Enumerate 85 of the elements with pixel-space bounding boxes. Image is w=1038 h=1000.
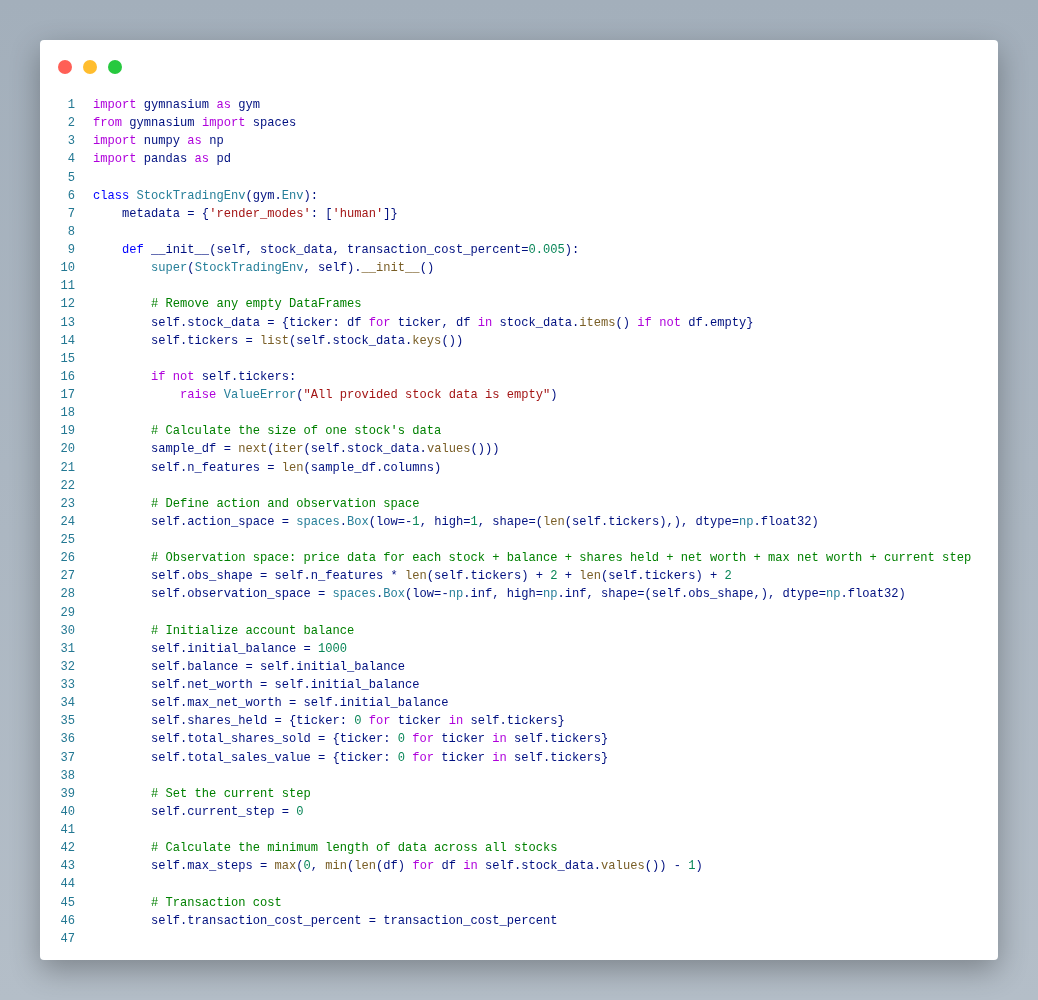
code-line: self.total_shares_sold = {ticker: 0 for ticker in self.tickers} (150, 731, 609, 749)
code-comment: # Initialize account balance (150, 622, 355, 640)
line-number: 36 (59, 731, 75, 749)
code-line: self.initial_balance = 1000 (150, 640, 347, 658)
line-number: 10 (59, 260, 75, 278)
line-number: 29 (59, 604, 75, 622)
line-number: 19 (59, 423, 75, 441)
line-number: 5 (66, 169, 75, 187)
code-comment: # Transaction cost (150, 894, 282, 912)
code-line: self.balance = self.initial_balance (150, 658, 406, 676)
line-number: 45 (59, 894, 75, 912)
line-number: 23 (59, 495, 75, 513)
minimize-button[interactable] (83, 60, 97, 74)
code-line: self.observation_space = spaces.Box(low=-np.inf, high=np.inf, shape=(self.obs_shape,), dtype=np.float32) (150, 586, 906, 604)
line-number: 43 (59, 858, 75, 876)
line-number: 6 (66, 187, 75, 205)
line-number: 16 (59, 368, 75, 386)
line-number: 12 (59, 296, 75, 314)
code-line: import numpy as np (93, 133, 224, 151)
line-number: 17 (59, 387, 75, 404)
line-number: 9 (66, 242, 75, 259)
code-line: self.current_step = 0 (150, 803, 304, 821)
line-number: 30 (59, 622, 75, 640)
line-number: 21 (59, 459, 75, 477)
line-number: 20 (59, 441, 75, 459)
code-comment: # Remove any empty DataFrames (150, 296, 362, 314)
line-number: 38 (59, 767, 75, 785)
code-comment: # Calculate the minimum length of data across all stocks (150, 840, 558, 858)
line-number: 33 (59, 677, 75, 694)
line-number: 34 (59, 695, 75, 713)
line-number: 47 (59, 930, 75, 948)
code-line: self.action_space = spaces.Box(low=-1, high=1, shape=(len(self.tickers),), dtype=np.float32) (150, 513, 819, 531)
code-line: self.max_net_worth = self.initial_balance (150, 695, 449, 713)
line-number: 4 (66, 151, 75, 169)
code-line: self.total_sales_value = {ticker: 0 for ticker in self.tickers} (150, 749, 609, 767)
code-line: self.shares_held = {ticker: 0 for ticker in self.tickers} (150, 713, 565, 731)
code-comment: # Observation space: price data for each stock + balance + shares held + net worth + max net worth + current step (150, 550, 972, 568)
line-number: 31 (59, 640, 75, 658)
code-line: import pandas as pd (93, 151, 231, 169)
line-number: 46 (59, 912, 75, 930)
line-number: 13 (59, 314, 75, 332)
code-comment: # Set the current step (150, 785, 311, 803)
code-line: self.transaction_cost_percent = transaction_cost_percent (150, 912, 558, 930)
code-line: metadata = {'render_modes': ['human']} (121, 205, 398, 223)
code-line: self.max_steps = max(0, min(len(df) for df in self.stock_data.values()) - 1) (150, 858, 703, 876)
line-number: 32 (59, 658, 75, 676)
zoom-button[interactable] (108, 60, 122, 74)
line-number: 39 (59, 785, 75, 803)
line-number: 24 (59, 513, 75, 531)
code-line: sample_df = next(iter(self.stock_data.values())) (150, 441, 500, 459)
line-number: 11 (59, 278, 75, 296)
line-number: 22 (59, 477, 75, 495)
code-line: self.stock_data = {ticker: df for ticker, df in stock_data.items() if not df.empty} (150, 314, 754, 332)
line-number: 3 (66, 133, 75, 151)
code-line: import gymnasium as gym (93, 97, 260, 114)
line-number: 40 (59, 803, 75, 821)
code-line: super(StockTradingEnv, self).__init__() (150, 260, 435, 278)
code-comment: # Define action and observation space (150, 495, 420, 513)
line-number: 28 (59, 586, 75, 604)
code-line: self.tickers = list(self.stock_data.keys()) (150, 332, 464, 350)
line-number: 18 (59, 405, 75, 423)
line-number: 8 (66, 223, 75, 241)
line-number: 41 (59, 822, 75, 839)
code-line: class StockTradingEnv(gym.Env): (93, 187, 318, 205)
line-number: 35 (59, 713, 75, 731)
line-number: 25 (59, 532, 75, 549)
line-number: 14 (59, 332, 75, 350)
code-line: self.net_worth = self.initial_balance (150, 677, 420, 694)
line-number: 7 (66, 205, 75, 223)
line-number: 2 (66, 115, 75, 133)
code-comment: # Calculate the size of one stock's data (150, 423, 442, 441)
line-number: 26 (59, 550, 75, 568)
code-line: self.obs_shape = self.n_features * len(self.tickers) + 2 + len(self.tickers) + 2 (150, 568, 732, 586)
code-line: from gymnasium import spaces (93, 115, 297, 133)
line-number: 27 (59, 568, 75, 586)
line-number: 42 (59, 840, 75, 858)
code-line: self.n_features = len(sample_df.columns) (150, 459, 442, 477)
close-button[interactable] (58, 60, 72, 74)
line-number: 44 (59, 876, 75, 894)
line-number: 37 (59, 749, 75, 767)
code-line: raise ValueError("All provided stock data is empty") (179, 387, 558, 404)
line-number: 1 (66, 97, 75, 114)
code-line: if not self.tickers: (150, 368, 297, 386)
code-line: def __init__(self, stock_data, transaction_cost_percent=0.005): (121, 242, 580, 259)
line-number: 15 (59, 350, 75, 368)
